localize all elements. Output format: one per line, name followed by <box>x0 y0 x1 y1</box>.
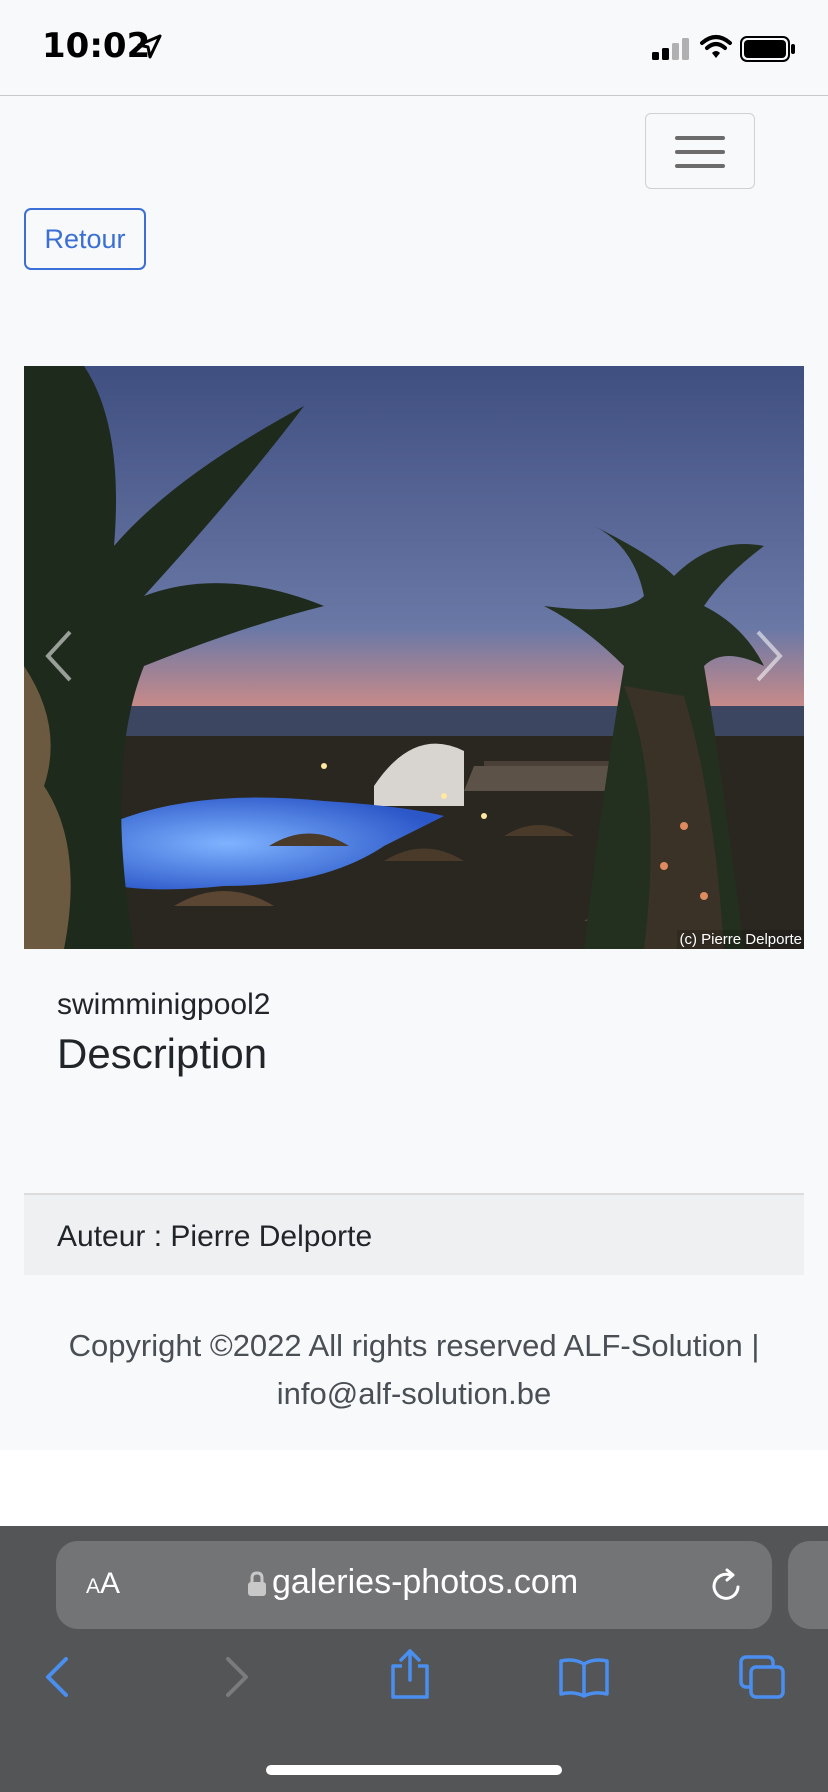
next-tab-address-bar[interactable] <box>788 1541 828 1629</box>
bookmarks-button[interactable] <box>558 1656 610 1703</box>
share-icon <box>391 1649 429 1699</box>
tabs-button[interactable] <box>738 1654 786 1705</box>
pool-photo <box>24 366 804 949</box>
copyright-line: Copyright ©2022 All rights reserved ALF-… <box>68 1328 760 1363</box>
page-end <box>0 1450 828 1526</box>
carousel-next-button[interactable] <box>754 628 786 684</box>
photo-title: swimminigpool2 <box>57 988 271 1021</box>
author-text: Auteur : Pierre Delporte <box>57 1220 373 1253</box>
home-indicator <box>266 1765 562 1775</box>
status-bar: 10:02 <box>0 0 828 96</box>
tabs-icon <box>739 1655 785 1699</box>
image-credit: (c) Pierre Delporte <box>677 930 804 949</box>
battery-icon <box>740 36 796 67</box>
book-icon <box>559 1658 609 1698</box>
location-arrow-icon <box>136 34 162 65</box>
address-bar[interactable]: AA galeries-photos.com <box>56 1541 772 1629</box>
chevron-right-icon <box>226 1657 248 1697</box>
url-text[interactable]: galeries-photos.com <box>272 1563 578 1602</box>
contact-email: info@alf-solution.be <box>276 1376 552 1411</box>
reload-icon[interactable] <box>710 1567 744 1608</box>
share-button[interactable] <box>388 1648 432 1705</box>
lock-icon <box>247 1571 267 1602</box>
status-time: 10:02 <box>42 26 151 66</box>
chevron-left-icon <box>46 1657 68 1697</box>
browser-back-button[interactable] <box>42 1655 72 1704</box>
back-button[interactable]: Retour <box>24 208 146 270</box>
chevron-left-icon <box>45 630 72 682</box>
navbar-toggler-button[interactable] <box>645 113 755 189</box>
browser-forward-button[interactable] <box>222 1655 252 1704</box>
wifi-icon <box>700 34 732 65</box>
description-heading: Description <box>57 1030 268 1077</box>
carousel-prev-button[interactable] <box>42 628 74 684</box>
cellular-signal-icon <box>652 38 690 65</box>
author-footer: Auteur : Pierre Delporte <box>24 1193 804 1275</box>
text-size-button[interactable]: AA <box>86 1567 120 1601</box>
photo-carousel: (c) Pierre Delporte <box>24 366 804 949</box>
copyright: Copyright ©2022 All rights reserved ALF-… <box>24 1322 804 1418</box>
chevron-right-icon <box>756 630 783 682</box>
